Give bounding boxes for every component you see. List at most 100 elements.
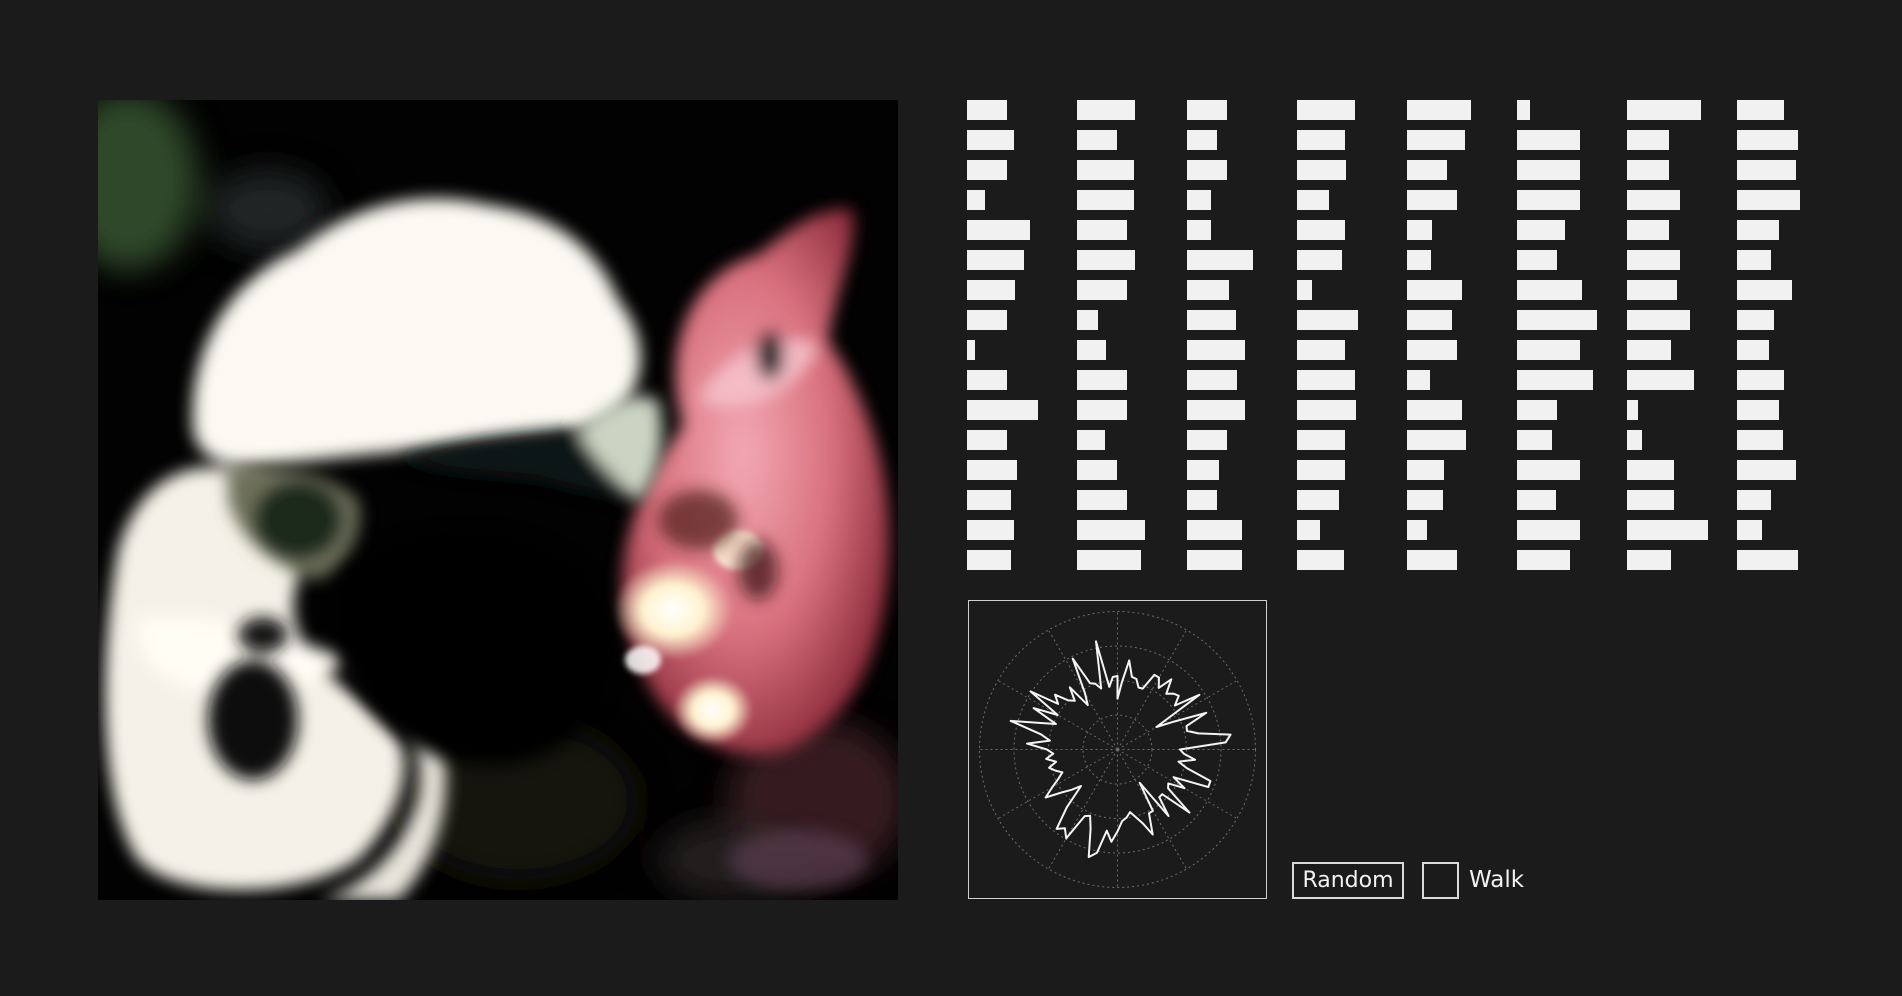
latent-slider[interactable] [1517, 310, 1597, 330]
latent-slider[interactable] [1407, 190, 1457, 210]
latent-slider[interactable] [1407, 220, 1432, 240]
latent-slider[interactable] [967, 160, 1007, 180]
latent-slider[interactable] [1407, 370, 1430, 390]
latent-slider[interactable] [1407, 460, 1444, 480]
latent-slider[interactable] [1187, 310, 1236, 330]
latent-slider[interactable] [1077, 220, 1127, 240]
latent-slider[interactable] [1077, 160, 1134, 180]
latent-slider[interactable] [1187, 280, 1229, 300]
latent-slider[interactable] [967, 430, 1007, 450]
latent-slider[interactable] [1627, 520, 1708, 540]
latent-slider[interactable] [1187, 460, 1219, 480]
latent-slider[interactable] [1737, 100, 1784, 120]
latent-slider[interactable] [1077, 340, 1106, 360]
latent-slider[interactable] [1407, 400, 1462, 420]
latent-slider[interactable] [1077, 460, 1117, 480]
latent-slider[interactable] [1297, 250, 1342, 270]
latent-slider[interactable] [1627, 100, 1701, 120]
latent-slider[interactable] [1297, 190, 1329, 210]
latent-slider[interactable] [1737, 280, 1792, 300]
latent-slider[interactable] [1297, 550, 1344, 570]
latent-slider[interactable] [967, 520, 1014, 540]
latent-slider[interactable] [1737, 130, 1798, 150]
latent-slider[interactable] [1737, 160, 1796, 180]
latent-slider[interactable] [1517, 190, 1580, 210]
latent-slider[interactable] [1737, 310, 1774, 330]
latent-slider[interactable] [1187, 520, 1242, 540]
latent-slider[interactable] [1407, 550, 1457, 570]
latent-slider[interactable] [1627, 250, 1680, 270]
latent-slider[interactable] [1627, 340, 1671, 360]
latent-slider[interactable] [1077, 400, 1127, 420]
latent-slider[interactable] [1517, 520, 1580, 540]
latent-slider[interactable] [967, 400, 1038, 420]
latent-slider[interactable] [1517, 430, 1552, 450]
latent-slider[interactable] [1187, 160, 1227, 180]
latent-slider[interactable] [1407, 430, 1466, 450]
latent-slider[interactable] [1517, 370, 1593, 390]
latent-slider[interactable] [1517, 220, 1565, 240]
latent-slider[interactable] [1737, 190, 1800, 210]
latent-slider[interactable] [1297, 310, 1358, 330]
latent-slider[interactable] [1407, 490, 1443, 510]
latent-slider[interactable] [1517, 130, 1580, 150]
latent-slider[interactable] [1517, 280, 1582, 300]
latent-slider[interactable] [1517, 460, 1580, 480]
latent-slider[interactable] [1407, 280, 1462, 300]
latent-slider[interactable] [1297, 160, 1346, 180]
latent-slider[interactable] [1077, 250, 1135, 270]
latent-slider[interactable] [1737, 430, 1783, 450]
latent-slider[interactable] [1407, 160, 1447, 180]
latent-slider[interactable] [1077, 130, 1117, 150]
latent-slider[interactable] [1297, 220, 1345, 240]
latent-slider[interactable] [1077, 310, 1098, 330]
latent-slider[interactable] [1077, 370, 1127, 390]
latent-slider[interactable] [1187, 250, 1253, 270]
latent-slider[interactable] [1187, 490, 1217, 510]
latent-slider[interactable] [1077, 490, 1127, 510]
latent-slider[interactable] [1077, 550, 1141, 570]
latent-slider[interactable] [1737, 550, 1798, 570]
latent-slider[interactable] [1407, 520, 1427, 540]
latent-slider[interactable] [1627, 130, 1669, 150]
latent-slider[interactable] [1077, 520, 1145, 540]
latent-slider[interactable] [1187, 400, 1245, 420]
latent-slider[interactable] [967, 340, 975, 360]
latent-slider[interactable] [967, 460, 1017, 480]
latent-slider[interactable] [1297, 370, 1355, 390]
latent-slider[interactable] [967, 280, 1015, 300]
latent-slider[interactable] [1297, 430, 1345, 450]
latent-slider[interactable] [1297, 130, 1345, 150]
latent-slider[interactable] [1187, 220, 1211, 240]
latent-slider[interactable] [1187, 340, 1245, 360]
latent-slider[interactable] [967, 100, 1007, 120]
latent-slider[interactable] [1407, 100, 1471, 120]
latent-slider[interactable] [1627, 220, 1669, 240]
latent-slider[interactable] [1627, 310, 1690, 330]
latent-slider[interactable] [967, 130, 1014, 150]
latent-slider[interactable] [1517, 160, 1580, 180]
latent-slider[interactable] [1297, 340, 1345, 360]
latent-slider[interactable] [1737, 340, 1769, 360]
latent-slider[interactable] [1517, 100, 1530, 120]
latent-slider[interactable] [1737, 490, 1771, 510]
latent-slider[interactable] [1737, 400, 1779, 420]
latent-slider[interactable] [1297, 520, 1320, 540]
latent-slider[interactable] [1517, 250, 1557, 270]
latent-slider[interactable] [1627, 370, 1694, 390]
latent-slider[interactable] [967, 550, 1011, 570]
latent-slider[interactable] [1627, 160, 1669, 180]
latent-slider[interactable] [1627, 280, 1677, 300]
latent-slider[interactable] [1187, 430, 1227, 450]
latent-slider[interactable] [1187, 190, 1211, 210]
latent-slider[interactable] [1517, 340, 1580, 360]
latent-slider[interactable] [1187, 100, 1227, 120]
latent-slider[interactable] [1737, 220, 1779, 240]
latent-slider[interactable] [1077, 280, 1127, 300]
latent-slider[interactable] [1297, 490, 1339, 510]
latent-slider[interactable] [1297, 280, 1312, 300]
latent-slider[interactable] [1187, 550, 1242, 570]
latent-slider[interactable] [1077, 190, 1134, 210]
latent-slider[interactable] [1627, 190, 1680, 210]
latent-slider[interactable] [1627, 460, 1674, 480]
